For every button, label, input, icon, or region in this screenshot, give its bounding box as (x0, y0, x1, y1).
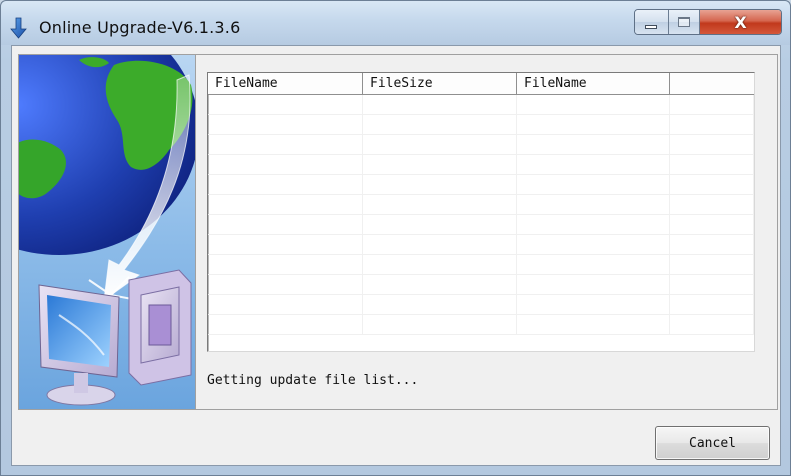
list-grid-cell (670, 255, 754, 274)
list-grid-cell (208, 195, 363, 214)
client-area: FileName FileSize FileName Getting updat… (11, 45, 781, 466)
cancel-button[interactable]: Cancel (655, 426, 770, 460)
close-button[interactable]: X (700, 10, 781, 34)
minimize-icon (645, 24, 658, 29)
list-grid-cell (208, 255, 363, 274)
caption-buttons: X (634, 9, 782, 35)
list-grid-cell (363, 135, 517, 154)
list-body (208, 95, 754, 351)
file-list[interactable]: FileName FileSize FileName (207, 72, 755, 352)
list-grid-cell (670, 175, 754, 194)
list-grid-cell (670, 295, 754, 314)
column-header-filesize[interactable]: FileSize (363, 73, 517, 94)
maximize-icon (677, 17, 690, 27)
list-grid-row (208, 235, 754, 255)
list-grid-row (208, 155, 754, 175)
list-grid-row (208, 315, 754, 335)
list-grid-cell (670, 155, 754, 174)
list-grid-cell (363, 255, 517, 274)
list-grid-cell (517, 195, 670, 214)
list-grid-row (208, 275, 754, 295)
list-grid-cell (517, 275, 670, 294)
list-grid-cell (670, 315, 754, 334)
minimize-button[interactable] (635, 10, 669, 34)
list-grid-row (208, 135, 754, 155)
list-grid-cell (670, 215, 754, 234)
list-grid-cell (670, 275, 754, 294)
title-bar[interactable]: Online Upgrade-V6.1.3.6 X (1, 1, 790, 45)
list-grid-row (208, 115, 754, 135)
list-grid-cell (670, 95, 754, 114)
column-header-filename-2[interactable]: FileName (517, 73, 670, 94)
list-grid-cell (363, 315, 517, 334)
list-grid-row (208, 215, 754, 235)
list-grid-cell (208, 215, 363, 234)
list-grid-cell (517, 155, 670, 174)
list-grid-cell (363, 195, 517, 214)
list-grid-cell (363, 155, 517, 174)
list-grid-cell (363, 215, 517, 234)
list-grid-cell (208, 175, 363, 194)
column-header-filename[interactable]: FileName (208, 73, 363, 94)
list-grid-cell (363, 295, 517, 314)
list-grid-row (208, 255, 754, 275)
list-grid-row (208, 195, 754, 215)
list-grid-cell (208, 295, 363, 314)
list-header: FileName FileSize FileName (208, 73, 754, 95)
list-grid-cell (208, 135, 363, 154)
globe-arrow-computer-illustration (19, 55, 195, 409)
list-grid-cell (517, 175, 670, 194)
column-header-empty[interactable] (670, 73, 754, 94)
list-grid-row (208, 175, 754, 195)
list-grid-cell (208, 115, 363, 134)
list-grid-cell (517, 135, 670, 154)
close-icon: X (734, 12, 747, 32)
list-grid-cell (208, 275, 363, 294)
list-grid-cell (208, 155, 363, 174)
list-grid-cell (517, 95, 670, 114)
maximize-button[interactable] (668, 10, 701, 34)
list-grid-cell (670, 135, 754, 154)
list-grid-row (208, 95, 754, 115)
list-grid-row (208, 295, 754, 315)
list-grid-cell (517, 215, 670, 234)
window-title: Online Upgrade-V6.1.3.6 (39, 18, 241, 37)
list-grid-cell (363, 95, 517, 114)
list-grid-cell (363, 115, 517, 134)
list-grid-cell (208, 315, 363, 334)
list-grid-cell (208, 95, 363, 114)
list-grid-cell (670, 115, 754, 134)
download-arrow-icon (10, 17, 27, 39)
status-message: Getting update file list... (207, 373, 419, 388)
list-grid-cell (363, 275, 517, 294)
list-grid-cell (517, 235, 670, 254)
list-grid-cell (363, 235, 517, 254)
banner-image (18, 54, 196, 410)
list-grid-cell (517, 115, 670, 134)
list-grid-cell (517, 255, 670, 274)
list-grid-cell (208, 235, 363, 254)
list-grid-cell (670, 195, 754, 214)
upgrade-window: Online Upgrade-V6.1.3.6 X FileName FileS… (0, 0, 791, 476)
list-grid-cell (517, 295, 670, 314)
list-grid-cell (363, 175, 517, 194)
list-grid-cell (517, 315, 670, 334)
list-grid-cell (670, 235, 754, 254)
